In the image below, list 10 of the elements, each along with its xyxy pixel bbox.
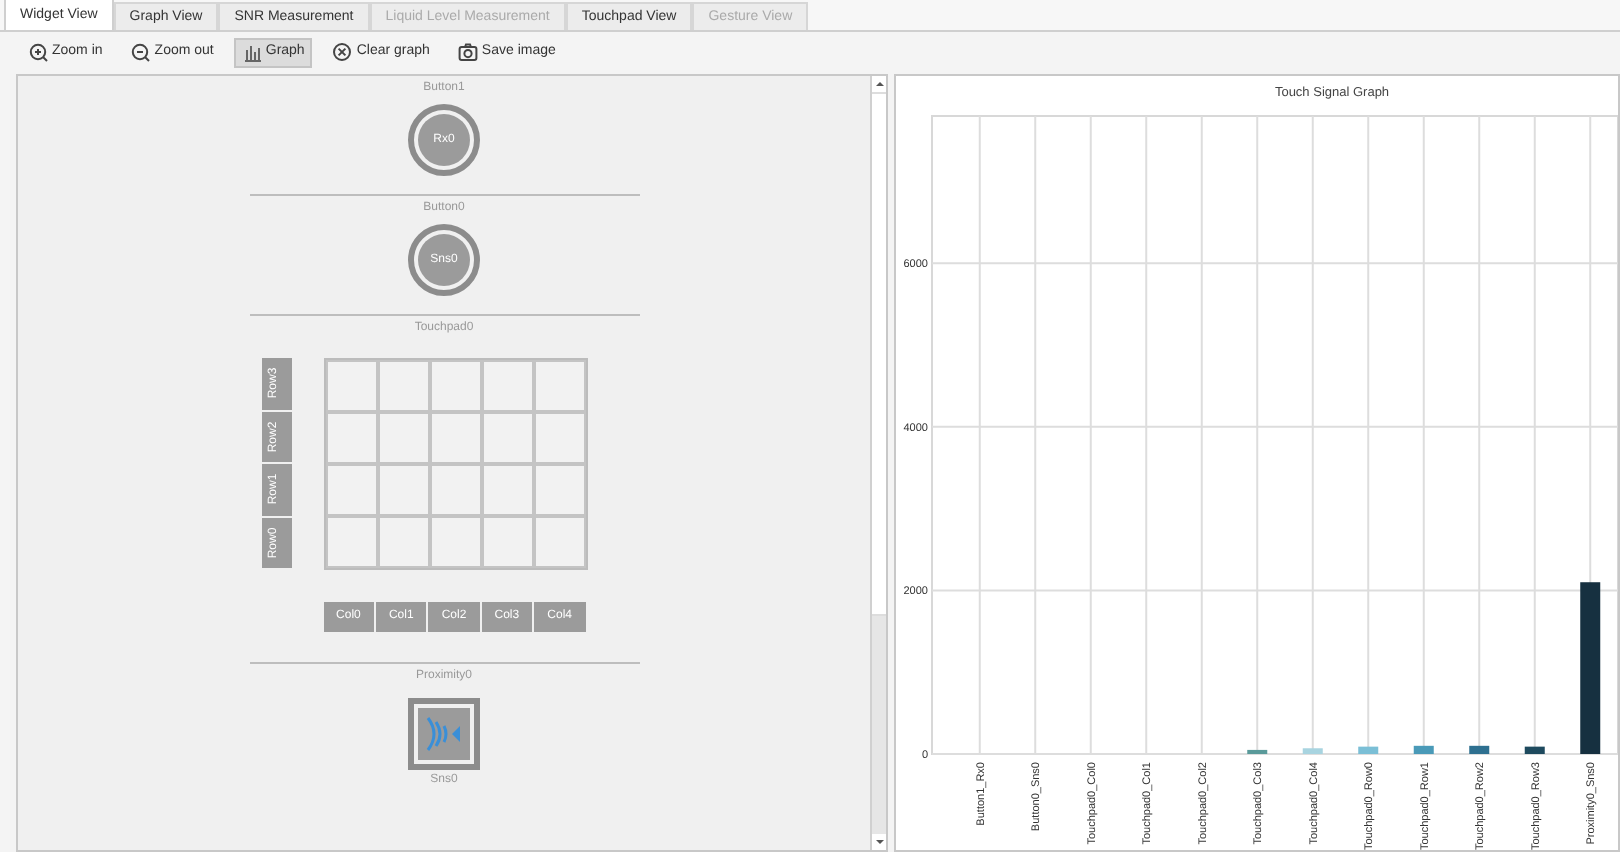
- zoom-out-icon: [130, 42, 151, 62]
- scrollbar[interactable]: [870, 76, 886, 850]
- bar-chart-icon: [241, 42, 262, 62]
- scroll-up-icon[interactable]: [872, 76, 886, 92]
- clear-icon: [332, 42, 353, 62]
- proximity-wave-icon: [422, 714, 466, 754]
- zoom-in-icon: [28, 42, 48, 62]
- camera-icon: [457, 42, 478, 62]
- scroll-down-icon[interactable]: [872, 834, 886, 850]
- scroll-thumb[interactable]: [872, 92, 886, 616]
